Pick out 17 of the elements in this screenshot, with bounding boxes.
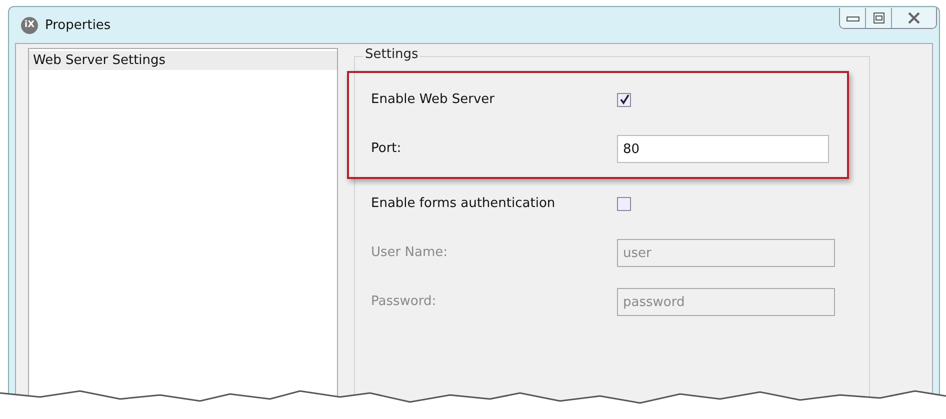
checkbox[interactable] (617, 196, 631, 210)
input-field[interactable]: 80 (617, 134, 829, 162)
field-label: Enable Web Server (371, 92, 496, 107)
maximize-icon (872, 12, 884, 24)
checkbox[interactable] (617, 92, 631, 106)
maximize-button[interactable] (866, 8, 892, 28)
minimize-button[interactable] (840, 8, 866, 28)
field-label: Password: (371, 294, 438, 309)
group-title: Settings (363, 47, 420, 62)
close-button[interactable] (892, 8, 936, 28)
field-label: Enable forms authentication (371, 196, 556, 211)
list-item[interactable]: Web Server Settings (29, 51, 337, 70)
field-label: User Name: (371, 245, 448, 260)
field-label: Port: (371, 141, 402, 156)
close-icon (907, 12, 921, 24)
app-icon: iX (21, 16, 38, 34)
window-title: Properties (45, 18, 111, 32)
